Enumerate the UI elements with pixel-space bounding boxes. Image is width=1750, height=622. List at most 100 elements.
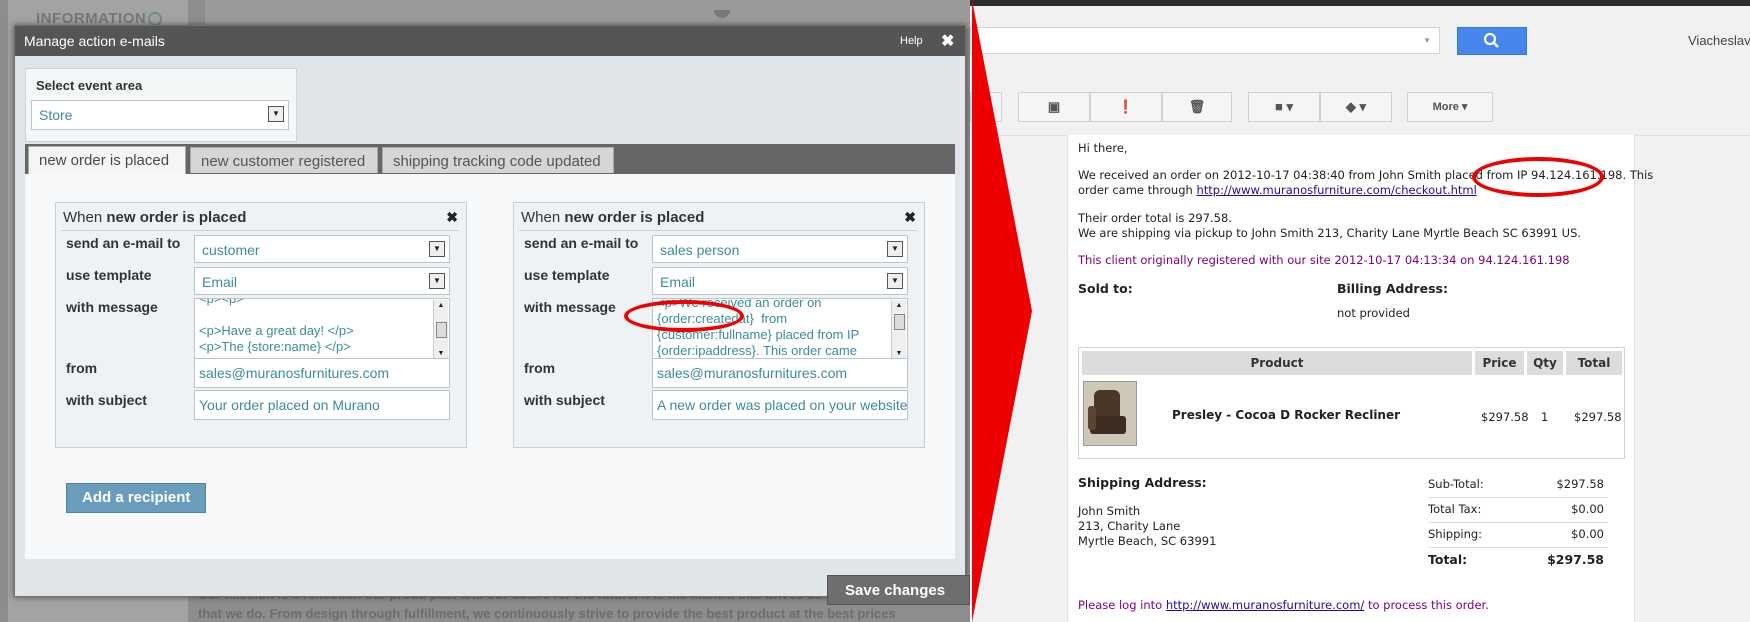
- folder-icon: ■ ▾: [1275, 99, 1293, 114]
- message-scrollbar[interactable]: ▲ ▼: [433, 300, 448, 360]
- save-changes-button[interactable]: Save changes: [827, 575, 970, 605]
- sold-to-label: Sold to:: [1078, 281, 1133, 296]
- ring-icon: [148, 12, 162, 26]
- search-button[interactable]: [1457, 27, 1527, 55]
- chevron-down-icon[interactable]: ▼: [429, 241, 445, 257]
- from-input[interactable]: sales@muranosfurnitures.com: [652, 358, 908, 388]
- tab-new-customer-registered[interactable]: new customer registered: [190, 147, 378, 173]
- archive-icon: ▣: [1047, 99, 1061, 114]
- address-line: John Smith: [1078, 504, 1141, 518]
- chevron-down-icon[interactable]: ▼: [1423, 36, 1431, 45]
- add-recipient-button[interactable]: Add a recipient: [66, 483, 206, 513]
- event-area-panel: Select event area Store ▼: [25, 68, 297, 142]
- email-body: Hi there, We received an order on 2012-1…: [1067, 135, 1653, 622]
- email-total-line: Their order total is 297.58.: [1078, 211, 1232, 225]
- divider: [519, 230, 917, 231]
- event-area-value: Store: [39, 107, 73, 123]
- template-select[interactable]: Email ▼: [652, 267, 908, 295]
- heading-prefix: When: [521, 209, 561, 226]
- email-order-source: order came through http://www.muranosfur…: [1078, 183, 1477, 197]
- scroll-thumb[interactable]: [894, 314, 905, 330]
- heading-event: new order is placed: [106, 209, 247, 226]
- checkout-link[interactable]: http://www.muranosfurniture.com/checkout…: [1196, 183, 1476, 197]
- delete-button[interactable]: 🗑: [1162, 92, 1232, 122]
- chevron-down-icon[interactable]: ▼: [887, 273, 903, 289]
- admin-link[interactable]: http://www.muranosfurniture.com/: [1166, 598, 1364, 612]
- annotation-circle: [624, 300, 744, 332]
- search-input[interactable]: ▼: [970, 27, 1440, 54]
- column-header: Qty: [1527, 351, 1563, 375]
- email-greeting: Hi there,: [1078, 141, 1128, 155]
- user-name[interactable]: Viacheslav: [1688, 33, 1750, 48]
- totals-value: $0.00: [1571, 527, 1604, 541]
- subject-input[interactable]: Your order placed on Murano: [194, 390, 450, 420]
- send-to-value: sales person: [660, 242, 740, 258]
- labels-button[interactable]: ◆ ▾: [1320, 92, 1392, 122]
- annotation-circle: [1472, 157, 1604, 197]
- help-link[interactable]: Help: [900, 35, 923, 47]
- scroll-thumb[interactable]: [436, 322, 447, 338]
- template-label: use template: [66, 267, 152, 283]
- close-icon[interactable]: ✖: [941, 31, 954, 51]
- gmail-window: ▼ Viacheslav ▣ ❗ 🗑 ■ ▾ ◆ ▾ More ▾ Hi the…: [970, 0, 1750, 622]
- totals-label: Total:: [1428, 552, 1468, 567]
- product-thumbnail: [1083, 381, 1137, 446]
- chevron-down-icon[interactable]: ▼: [268, 106, 284, 122]
- template-select[interactable]: Email ▼: [194, 267, 450, 295]
- from-label: from: [524, 360, 556, 376]
- divider: [61, 230, 459, 231]
- scroll-up-icon[interactable]: ▲: [892, 300, 906, 312]
- manage-action-emails-dialog: Manage action e-mails Help ✖ Select even…: [14, 25, 970, 605]
- order-source-prefix: order came through: [1078, 183, 1193, 197]
- dialog-titlebar[interactable]: Manage action e-mails Help ✖: [15, 26, 965, 56]
- chevron-down-icon[interactable]: ▼: [887, 241, 903, 257]
- send-to-select[interactable]: sales person ▼: [652, 235, 908, 263]
- message-scrollbar[interactable]: ▲ ▼: [891, 300, 906, 360]
- send-to-select[interactable]: customer ▼: [194, 235, 450, 263]
- search-icon: [1483, 32, 1499, 48]
- column-header: Product: [1082, 351, 1472, 375]
- event-area-label: Select event area: [36, 78, 143, 93]
- heading-event: new order is placed: [564, 209, 705, 226]
- background-text-line: that we do. From design through fulfillm…: [198, 606, 896, 621]
- template-label: use template: [524, 267, 610, 283]
- recipient-card-heading: When new order is placed: [63, 209, 246, 226]
- move-to-button[interactable]: ■ ▾: [1248, 92, 1320, 122]
- report-spam-button[interactable]: ❗: [1090, 92, 1162, 122]
- remove-recipient-icon[interactable]: ✖: [446, 209, 458, 226]
- column-header: Price: [1475, 351, 1524, 375]
- scroll-up-icon[interactable]: ▲: [434, 300, 448, 312]
- recipient-card: When new order is placed ✖ send an e-mai…: [55, 202, 467, 448]
- totals-label: Shipping:: [1428, 527, 1483, 541]
- message-text: <p><p> <p>Have a great day! </p> <p>The …: [199, 298, 354, 354]
- totals-value: $297.58: [1556, 477, 1604, 491]
- remove-recipient-icon[interactable]: ✖: [904, 209, 916, 226]
- gmail-topbar: [970, 0, 1750, 6]
- totals-row: Shipping: $0.00: [1428, 523, 1608, 548]
- address-line: 213, Charity Lane: [1078, 519, 1181, 533]
- totals-row: Total: $297.58: [1428, 548, 1608, 572]
- red-arrow-icon: [972, 0, 1032, 622]
- order-table: Product Price Qty Total Presley - Cocoa …: [1078, 347, 1625, 459]
- event-area-select[interactable]: Store ▼: [31, 100, 289, 130]
- spam-icon: ❗: [1117, 99, 1135, 114]
- send-to-value: customer: [202, 242, 260, 258]
- template-value: Email: [202, 274, 238, 290]
- totals-row: Sub-Total: $297.58: [1428, 473, 1608, 498]
- billing-address-label: Billing Address:: [1337, 281, 1448, 296]
- event-tabs: new order is placed new customer registe…: [25, 144, 955, 174]
- product-qty: 1: [1541, 410, 1549, 424]
- message-textarea[interactable]: <p><p> <p>Have a great day! </p> <p>The …: [194, 298, 450, 362]
- email-shipping-line: We are shipping via pickup to John Smith…: [1078, 226, 1582, 240]
- chair-image: [1088, 406, 1096, 430]
- tag-icon: ◆ ▾: [1345, 99, 1367, 114]
- chevron-down-icon[interactable]: ▼: [429, 273, 445, 289]
- from-input[interactable]: sales@muranosfurnitures.com: [194, 358, 450, 388]
- tab-new-order-placed[interactable]: new order is placed: [28, 146, 186, 174]
- more-button[interactable]: More ▾: [1407, 92, 1493, 122]
- subject-input[interactable]: A new order was placed on your website: [652, 390, 908, 420]
- tab-shipping-tracking-updated[interactable]: shipping tracking code updated: [382, 147, 614, 173]
- product-price: $297.58: [1481, 410, 1529, 424]
- background-header-image: [205, 0, 970, 28]
- totals-value: $297.58: [1547, 552, 1604, 567]
